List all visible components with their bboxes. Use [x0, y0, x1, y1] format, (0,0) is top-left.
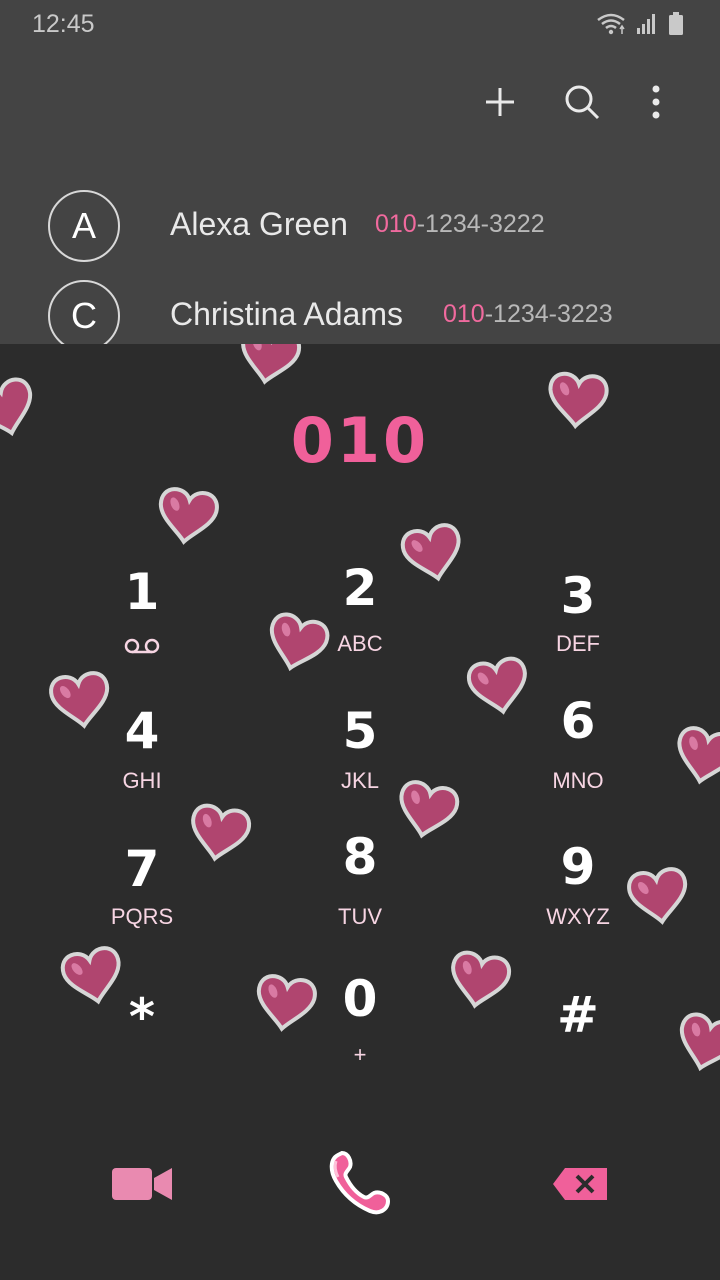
- key-letters: DEF: [556, 631, 600, 656]
- call-icon: [328, 1149, 392, 1220]
- number-rest: -1234-3222: [416, 210, 545, 238]
- dial-key-6[interactable]: 6 MNO: [478, 692, 678, 816]
- dial-key-3[interactable]: 3 DEF: [478, 559, 678, 679]
- key-letters: +: [353, 1042, 367, 1067]
- key-digit: 0: [342, 970, 378, 1028]
- key-digit: 6: [560, 692, 596, 750]
- dial-key-4[interactable]: 4 GHI: [42, 696, 242, 816]
- key-letters: PQRS: [110, 904, 174, 929]
- voicemail-icon: [122, 634, 162, 658]
- number-match-highlight: 010: [443, 300, 485, 328]
- avatar: C: [48, 280, 120, 352]
- dial-key-0[interactable]: 0 +: [260, 970, 460, 1090]
- video-call-button[interactable]: [102, 1156, 182, 1216]
- signal-icon: [636, 13, 658, 40]
- dial-key-2[interactable]: 2 ABC: [260, 559, 460, 679]
- key-letters: ABC: [337, 631, 383, 656]
- dial-key-hash[interactable]: #: [478, 970, 678, 1090]
- key-letters: GHI: [122, 768, 162, 793]
- key-digit: 3: [560, 567, 596, 625]
- key-letters: TUV: [338, 904, 382, 929]
- contact-number: 010-1234-3222: [375, 210, 545, 239]
- dial-key-9[interactable]: 9 WXYZ: [478, 834, 678, 954]
- contact-suggestions-area: 12:45 A Alexa Green 010-1234-3222 C Chri…: [0, 0, 720, 352]
- key-digit: 5: [342, 702, 378, 760]
- number-rest: -1234-3223: [484, 300, 613, 328]
- dial-key-5[interactable]: 5 JKL: [260, 696, 460, 816]
- dial-key-8[interactable]: 8 TUV: [260, 828, 460, 954]
- backspace-icon: [551, 1166, 609, 1207]
- battery-icon: [668, 12, 684, 41]
- key-digit: 9: [560, 838, 596, 896]
- contact-number: 010-1234-3223: [443, 300, 613, 329]
- status-icons: [596, 12, 684, 41]
- key-letters: WXYZ: [546, 904, 610, 929]
- dialer-panel: 010 1 2 ABC 3 DEF 4 GHI 5 JKL 6 MNO 7 PQ…: [0, 344, 720, 1280]
- contact-name: Alexa Green: [170, 206, 348, 242]
- entered-number: 010: [290, 404, 430, 477]
- video-call-icon: [110, 1164, 174, 1209]
- status-time: 12:45: [32, 10, 95, 38]
- key-digit: *: [128, 988, 156, 1046]
- wifi-icon: [596, 12, 626, 41]
- heart-icon: [153, 485, 221, 548]
- search-button[interactable]: [556, 78, 608, 130]
- more-options-icon: [651, 85, 661, 124]
- key-digit: #: [557, 986, 599, 1044]
- key-letters: JKL: [341, 768, 379, 793]
- number-match-highlight: 010: [375, 210, 417, 238]
- add-contact-button[interactable]: [474, 78, 526, 130]
- key-digit: 8: [342, 828, 378, 886]
- call-button[interactable]: [320, 1144, 400, 1224]
- add-icon: [484, 86, 516, 123]
- contact-suggestion-alexa-green[interactable]: A Alexa Green 010-1234-3222: [0, 190, 720, 280]
- more-options-button[interactable]: [630, 78, 682, 130]
- heart-icon: [671, 1009, 720, 1078]
- key-digit: 2: [342, 559, 378, 617]
- dial-key-star[interactable]: *: [42, 970, 242, 1090]
- key-letters: MNO: [552, 768, 604, 793]
- key-digit: 7: [124, 840, 160, 898]
- dial-key-1[interactable]: 1: [42, 559, 242, 679]
- contact-name: Christina Adams: [170, 296, 403, 332]
- avatar: A: [48, 190, 120, 262]
- status-bar: 12:45: [0, 0, 720, 48]
- heart-icon: [235, 344, 304, 389]
- heart-icon: [670, 723, 720, 790]
- key-digit: 4: [124, 702, 160, 760]
- backspace-button[interactable]: [540, 1156, 620, 1216]
- search-icon: [563, 83, 601, 126]
- dial-key-7[interactable]: 7 PQRS: [42, 834, 242, 954]
- key-digit: 1: [124, 563, 160, 621]
